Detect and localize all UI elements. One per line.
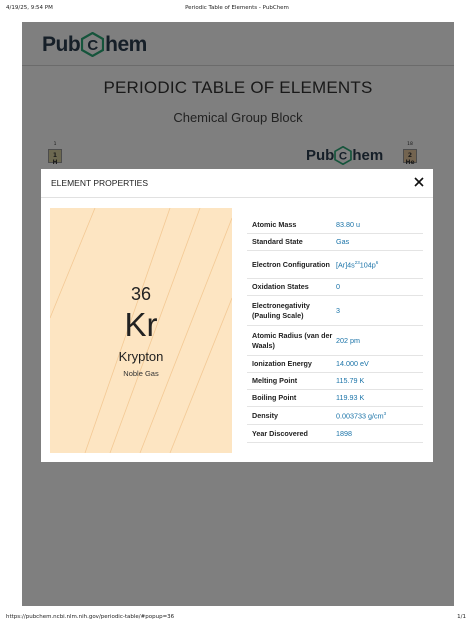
- property-value: 0: [336, 282, 340, 291]
- property-value: 1898: [336, 428, 352, 438]
- property-label: Electron Configuration: [252, 259, 330, 269]
- property-label: Boiling Point: [252, 393, 297, 402]
- print-header: 4/19/25, 9:54 PM Periodic Table of Eleme…: [0, 0, 474, 22]
- print-title: Periodic Table of Elements - PubChem: [185, 5, 289, 11]
- property-row: Atomic Radius (van der Waals) 202 pm: [247, 326, 423, 356]
- property-row: Electronegativity (Pauling Scale) 3: [247, 296, 423, 326]
- property-value: Gas: [336, 237, 350, 246]
- property-value: 115.79 K: [336, 376, 365, 385]
- property-value: 3: [336, 305, 340, 315]
- property-row: Oxidation States 0: [247, 279, 423, 296]
- property-row: Ionization Energy 14.000 eV: [247, 356, 423, 373]
- element-card: 36 Kr Krypton Noble Gas: [50, 208, 232, 453]
- modal-divider: [41, 197, 433, 198]
- print-url: https://pubchem.ncbi.nlm.nih.gov/periodi…: [6, 614, 175, 620]
- element-name: Krypton: [118, 349, 164, 364]
- property-row: Atomic Mass 83.80 u: [247, 216, 423, 234]
- properties-table: Atomic Mass 83.80 u Standard State Gas E…: [247, 216, 423, 443]
- property-label: Atomic Mass: [252, 219, 297, 229]
- close-button[interactable]: [411, 174, 427, 190]
- property-label: Electronegativity (Pauling Scale): [252, 300, 310, 320]
- property-row: Boiling Point 119.93 K: [247, 390, 423, 407]
- close-icon: [414, 177, 424, 187]
- element-properties-modal: ELEMENT PROPERTIES 36 Kr Krypton Noble G…: [41, 169, 433, 462]
- property-label: Oxidation States: [252, 282, 309, 291]
- property-row: Density 0.003733 g/cm3: [247, 407, 423, 425]
- element-group: Noble Gas: [123, 369, 159, 378]
- property-label: Year Discovered: [252, 428, 308, 438]
- property-value-density: 0.003733 g/cm3: [336, 411, 387, 421]
- property-row: Electron Configuration [Ar]4s23104p6: [247, 251, 423, 279]
- modal-title: ELEMENT PROPERTIES: [51, 178, 148, 188]
- property-value-electron-config: [Ar]4s23104p6: [336, 260, 379, 270]
- property-value: 83.80 u: [336, 219, 360, 229]
- print-page-number: 1/1: [457, 614, 466, 620]
- property-row: Standard State Gas: [247, 234, 423, 251]
- property-value: 119.93 K: [336, 393, 365, 402]
- property-label: Ionization Energy: [252, 359, 312, 368]
- property-label: Density: [252, 410, 278, 420]
- atomic-number: 36: [130, 284, 152, 304]
- property-row: Melting Point 115.79 K: [247, 373, 423, 390]
- browser-viewport: Pub C hem PERIODIC TABLE OF ELEMENTS Che…: [22, 22, 454, 606]
- property-label: Standard State: [252, 237, 303, 246]
- property-label: Atomic Radius (van der Waals): [252, 330, 333, 350]
- property-label: Melting Point: [252, 376, 298, 385]
- property-value: 202 pm: [336, 335, 360, 345]
- property-row: Year Discovered 1898: [247, 425, 423, 443]
- property-value: 14.000 eV: [336, 359, 369, 368]
- element-symbol: Kr: [124, 306, 158, 343]
